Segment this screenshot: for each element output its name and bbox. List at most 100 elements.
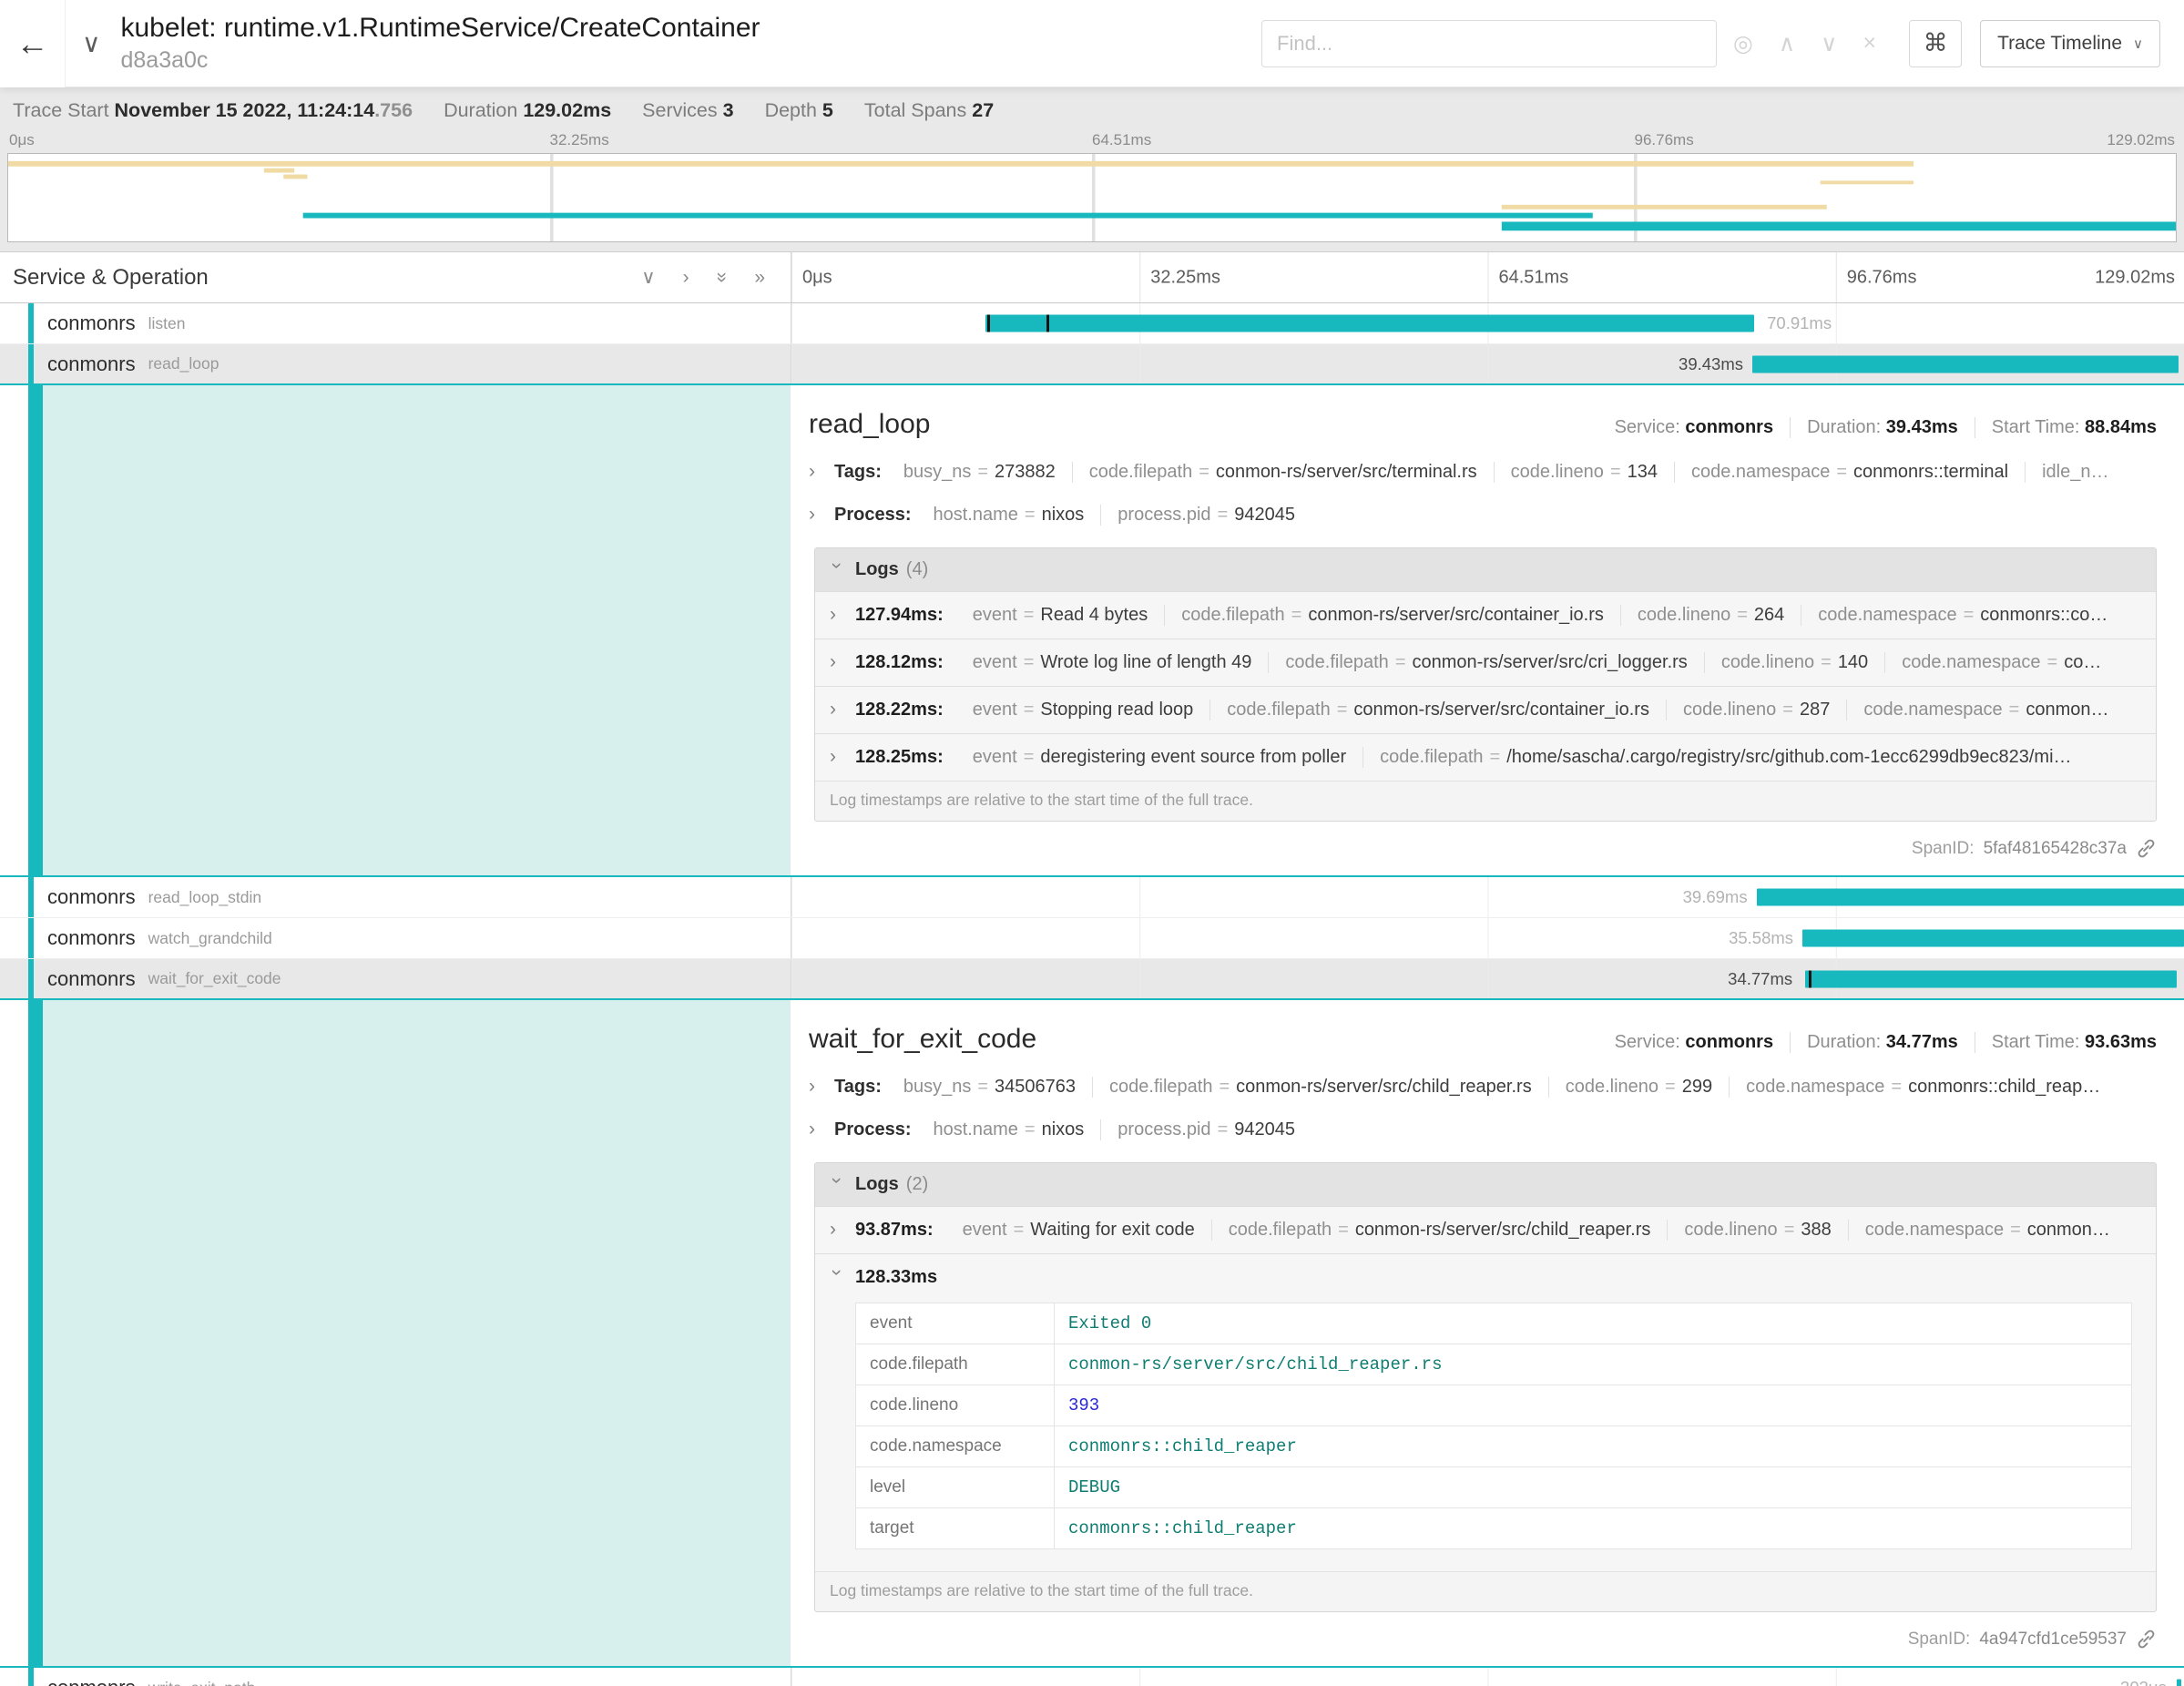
expand-one-icon[interactable]: ›: [683, 268, 689, 287]
span-track[interactable]: 39.69ms: [791, 877, 2184, 917]
field-key: event: [963, 1220, 1007, 1240]
log-entry[interactable]: › 127.94ms: event=Read 4 bytes code.file…: [815, 591, 2156, 639]
span-name-cell[interactable]: conmonrs watch_grandchild: [0, 918, 791, 958]
span-bar[interactable]: [2177, 1680, 2181, 1686]
span-bar[interactable]: [985, 315, 1754, 332]
service-color-stripe: [28, 344, 34, 383]
span-name-cell[interactable]: conmonrs wait_for_exit_code: [0, 959, 791, 998]
log-entry[interactable]: › 128.25ms: event=deregistering event so…: [815, 733, 2156, 781]
keyboard-shortcuts-button[interactable]: ⌘: [1909, 20, 1962, 67]
kv-pair: host.name=nixos: [917, 1119, 1102, 1140]
span-name-cell[interactable]: conmonrs listen: [0, 303, 791, 343]
tags-row[interactable]: › Tags: busy_ns=273882 code.filepath=con…: [809, 462, 2157, 483]
field-value: DEBUG: [1055, 1467, 2132, 1508]
span-track[interactable]: 35.58ms: [791, 918, 2184, 958]
find-input[interactable]: [1261, 20, 1717, 67]
collapse-all-icon[interactable]: »: [712, 272, 731, 283]
field-value: 942045: [1234, 505, 1295, 525]
field-key: event: [973, 605, 1017, 625]
meta-label: Service:: [1615, 417, 1680, 437]
table-row: targetconmonrs::child_reaper: [856, 1508, 2132, 1549]
timeline-minimap[interactable]: [7, 153, 2177, 242]
logs-note: Log timestamps are relative to the start…: [815, 1571, 2156, 1611]
span-name-cell[interactable]: conmonrs write_exit_path: [0, 1668, 791, 1686]
kv-pair: busy_ns=273882: [887, 462, 1073, 483]
span-id-value: 4a947cfd1ce59537: [1979, 1630, 2127, 1650]
field-value: 140: [1838, 652, 1868, 672]
process-row[interactable]: › Process: host.name=nixos process.pid=9…: [809, 1119, 2157, 1140]
field-key: code.namespace: [1818, 605, 1956, 625]
span-row-write-exit-path[interactable]: conmonrs write_exit_path 303μs: [0, 1668, 2184, 1686]
span-track[interactable]: 70.91ms: [791, 303, 2184, 343]
field-value: nixos: [1042, 1119, 1085, 1139]
equals-sign: =: [1730, 605, 1754, 625]
field-key: code.filepath: [1109, 1077, 1212, 1097]
log-entry-header[interactable]: › 128.33ms: [830, 1267, 2141, 1288]
operation-name: read_loop: [148, 354, 219, 373]
span-track[interactable]: 34.77ms: [791, 959, 2184, 998]
equals-sign: =: [1778, 1220, 1801, 1240]
trace-header-toggle[interactable]: ∨: [69, 28, 114, 58]
kv-pair: code.lineno=388: [1668, 1220, 1848, 1241]
field-value: 393: [1055, 1385, 2132, 1426]
collapse-one-icon[interactable]: ∨: [641, 268, 655, 287]
log-entry-expanded[interactable]: › 128.33ms eventExited 0 code.filepathco…: [815, 1253, 2156, 1571]
field-value: Wrote log line of length 49: [1040, 652, 1251, 672]
field-key: code.lineno: [1566, 1077, 1658, 1097]
field-value: conmon-rs/server/src/cri_logger.rs: [1413, 652, 1688, 672]
expand-all-icon[interactable]: »: [754, 268, 765, 287]
prev-result-icon[interactable]: ∧: [1770, 30, 1804, 57]
field-value: conmonrs::co…: [1980, 605, 2107, 625]
equals-sign: =: [1212, 1077, 1236, 1097]
next-result-icon[interactable]: ∨: [1811, 30, 1846, 57]
field-key: event: [856, 1303, 1055, 1344]
process-row[interactable]: › Process: host.name=nixos process.pid=9…: [809, 505, 2157, 526]
duration-stat: Duration 129.02ms: [444, 99, 611, 122]
field-value: conmon-rs/server/src/child_reaper.rs: [1055, 1344, 2132, 1385]
span-color-band: [28, 385, 43, 875]
span-row-listen[interactable]: conmonrs listen 70.91ms: [0, 303, 2184, 344]
span-name-cell[interactable]: conmonrs read_loop: [0, 344, 791, 383]
span-bar[interactable]: [1752, 355, 2179, 373]
log-entry[interactable]: › 128.12ms: event=Wrote log line of leng…: [815, 639, 2156, 686]
header-toolbar: ◎ ∧ ∨ × ⌘ Trace Timeline ∨: [1261, 20, 2184, 67]
service-name: conmonrs: [47, 1676, 136, 1686]
back-button[interactable]: ←: [0, 0, 66, 87]
field-key: level: [856, 1467, 1055, 1508]
logs-header[interactable]: › Logs (2): [815, 1163, 2156, 1206]
stat-label: Trace Start: [13, 99, 109, 121]
span-row-watch-grandchild[interactable]: conmonrs watch_grandchild 35.58ms: [0, 918, 2184, 959]
span-row-read-loop-stdin[interactable]: conmonrs read_loop_stdin 39.69ms: [0, 877, 2184, 918]
equals-sign: =: [1017, 747, 1041, 767]
log-entry[interactable]: › 93.87ms: event=Waiting for exit code c…: [815, 1206, 2156, 1253]
timeline-tick: 64.51ms: [1499, 267, 1569, 288]
span-bar[interactable]: [1757, 889, 2184, 906]
log-entry[interactable]: › 128.22ms: event=Stopping read loop cod…: [815, 686, 2156, 733]
service-name: conmonrs: [47, 353, 136, 376]
field-key: busy_ns: [903, 462, 972, 482]
equals-sign: =: [971, 462, 995, 482]
copy-link-icon[interactable]: [2136, 838, 2157, 859]
span-name-cell[interactable]: conmonrs read_loop_stdin: [0, 877, 791, 917]
service-color-stripe: [28, 877, 34, 917]
span-track[interactable]: 303μs: [791, 1668, 2184, 1686]
clear-search-icon[interactable]: ×: [1853, 30, 1885, 56]
focus-result-icon[interactable]: ◎: [1724, 30, 1762, 57]
span-row-read-loop[interactable]: conmonrs read_loop 39.43ms: [0, 344, 2184, 385]
stat-label: Total Spans: [864, 99, 966, 121]
field-value: 264: [1754, 605, 1784, 625]
copy-link-icon[interactable]: [2136, 1629, 2157, 1650]
span-row-wait-for-exit-code[interactable]: conmonrs wait_for_exit_code 34.77ms: [0, 959, 2184, 1000]
field-key: code.namespace: [856, 1426, 1055, 1467]
span-bar[interactable]: [1805, 970, 2177, 987]
span-bar[interactable]: [1802, 930, 2184, 947]
kv-pair: code.filepath=conmon-rs/server/src/conta…: [1210, 700, 1667, 720]
span-id-label: SpanID:: [1912, 839, 1975, 859]
kv-pair: code.namespace=conmon…: [1847, 700, 2125, 720]
logs-header[interactable]: › Logs (4): [815, 548, 2156, 591]
span-track[interactable]: 39.43ms: [791, 344, 2184, 383]
trace-summary-row: Trace Start November 15 2022, 11:24:14.7…: [0, 87, 2184, 128]
trace-view-selector[interactable]: Trace Timeline ∨: [1980, 20, 2160, 67]
tags-row[interactable]: › Tags: busy_ns=34506763 code.filepath=c…: [809, 1077, 2157, 1098]
span-duration-label: 39.43ms: [1679, 354, 1743, 374]
